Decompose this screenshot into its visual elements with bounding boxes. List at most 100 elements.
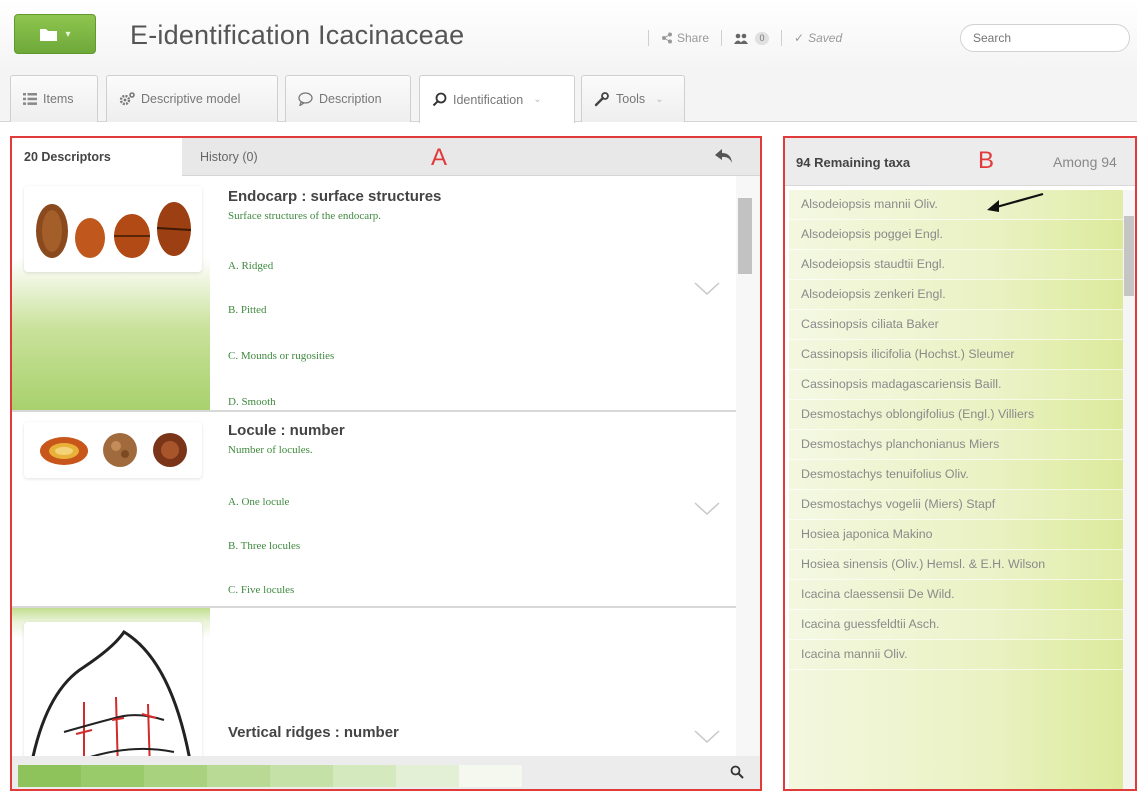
state-option[interactable]: A. Ridged bbox=[228, 260, 273, 272]
state-option[interactable]: B. Three locules bbox=[228, 540, 300, 552]
undo-icon[interactable] bbox=[714, 148, 734, 164]
tab-label: Descriptive model bbox=[141, 92, 241, 106]
tab-descriptive-model[interactable]: Descriptive model bbox=[106, 75, 278, 122]
folder-menu-button[interactable]: ▾ bbox=[14, 14, 96, 54]
descriptors-panel: 20 Descriptors History (0) A Endocarp: … bbox=[10, 136, 762, 791]
divider bbox=[648, 30, 649, 46]
descriptors-tab[interactable]: 20 Descriptors bbox=[12, 138, 182, 176]
app-title: E-identification Icacinaceae bbox=[130, 20, 465, 50]
tab-items[interactable]: Items bbox=[10, 75, 98, 122]
locule-image bbox=[40, 433, 187, 467]
taxon-item[interactable]: Icacina mannii Oliv. bbox=[789, 640, 1123, 670]
progress-segment bbox=[333, 765, 396, 787]
state-option[interactable]: B. Pitted bbox=[228, 304, 267, 316]
state-option[interactable]: C. Mounds or rugosities bbox=[228, 350, 334, 362]
state-option[interactable]: A. One locule bbox=[228, 496, 289, 508]
progress-segment bbox=[81, 765, 144, 787]
taxon-item[interactable]: Alsodeiopsis staudtii Engl. bbox=[789, 250, 1123, 280]
tab-label: Tools bbox=[616, 92, 646, 106]
main-tabs: Items Descriptive model Description Iden… bbox=[0, 72, 1137, 123]
taxon-item[interactable]: Hosiea japonica Makino bbox=[789, 520, 1123, 550]
taxon-item[interactable]: Cassinopsis ilicifolia (Hochst.) Sleumer bbox=[789, 340, 1123, 370]
endocarp-image bbox=[36, 202, 192, 258]
state-option[interactable]: D. Smooth bbox=[228, 396, 276, 408]
descriptor-image bbox=[24, 186, 202, 272]
divider bbox=[781, 30, 783, 46]
users-count-badge: 0 bbox=[755, 31, 770, 45]
chevron-down-icon: ▾ bbox=[65, 28, 71, 40]
among-count: Among 94 bbox=[1053, 154, 1117, 170]
descriptor-item[interactable]: Locule : number Number of locules. A. On… bbox=[12, 412, 736, 608]
progress-bar bbox=[18, 765, 522, 787]
taxon-item[interactable]: Desmostachys oblongifolius (Engl.) Villi… bbox=[789, 400, 1123, 430]
chevron-down-icon: ⌄ bbox=[533, 94, 542, 105]
progress-segment bbox=[18, 765, 81, 787]
tab-label: Items bbox=[43, 92, 74, 106]
wrench-icon bbox=[594, 92, 609, 107]
tab-tools[interactable]: Tools ⌄ bbox=[581, 75, 685, 122]
taxon-item[interactable]: Icacina guessfeldtii Asch. bbox=[789, 610, 1123, 640]
taxa-list: Alsodeiopsis mannii Oliv. Alsodeiopsis po… bbox=[789, 190, 1123, 789]
state-option[interactable]: C. Five locules bbox=[228, 584, 294, 596]
descriptor-subtitle: Surface structures of the endocarp. bbox=[228, 210, 382, 222]
chevron-down-icon[interactable] bbox=[694, 730, 720, 744]
descriptor-title: Endocarp : surface structures bbox=[228, 188, 442, 205]
progress-segment bbox=[207, 765, 270, 787]
progress-segment bbox=[459, 765, 522, 787]
taxon-item[interactable]: Cassinopsis madagascariensis Baill. bbox=[789, 370, 1123, 400]
users-icon bbox=[734, 33, 749, 44]
taxon-item[interactable]: Hosiea sinensis (Oliv.) Hemsl. & E.H. Wi… bbox=[789, 550, 1123, 580]
scrollbar-thumb[interactable] bbox=[738, 198, 752, 274]
comment-icon bbox=[298, 92, 313, 106]
check-icon: ✓ bbox=[794, 31, 805, 45]
tab-description[interactable]: Description bbox=[285, 75, 411, 122]
descriptor-image bbox=[24, 422, 202, 478]
annotation-arrow-icon bbox=[987, 192, 1044, 212]
taxon-item[interactable]: Cassinopsis ciliata Baker bbox=[789, 310, 1123, 340]
vertical-ridges-image bbox=[31, 629, 191, 756]
descriptor-item[interactable]: Vertical ridges : number bbox=[12, 608, 736, 756]
gears-icon bbox=[119, 92, 135, 106]
taxon-item[interactable]: Desmostachys tenuifolius Oliv. bbox=[789, 460, 1123, 490]
panel-a-marker: A bbox=[431, 144, 448, 171]
saved-label: Saved bbox=[808, 31, 843, 45]
taxon-item[interactable]: Alsodeiopsis poggei Engl. bbox=[789, 220, 1123, 250]
share-label: Share bbox=[677, 31, 710, 45]
descriptor-item[interactable]: Endocarp : surface structures Surface st… bbox=[12, 176, 736, 412]
remaining-taxa-panel: 94 Remaining taxa B Among 94 Alsodeiopsi… bbox=[783, 136, 1137, 791]
descriptor-image bbox=[24, 622, 202, 756]
taxon-item[interactable]: Desmostachys planchonianus Miers bbox=[789, 430, 1123, 460]
descriptors-footer bbox=[12, 756, 760, 789]
progress-segment bbox=[144, 765, 207, 787]
taxon-item[interactable]: Alsodeiopsis mannii Oliv. bbox=[789, 190, 1123, 220]
header-actions: Share 0 ✓ Saved bbox=[636, 28, 842, 48]
progress-segment bbox=[270, 765, 333, 787]
taxa-scrollbar[interactable] bbox=[1123, 190, 1135, 789]
tab-identification[interactable]: Identification ⌄ bbox=[419, 75, 575, 123]
chevron-down-icon[interactable] bbox=[694, 502, 720, 516]
panel-b-marker: B bbox=[978, 147, 995, 174]
taxon-item[interactable]: Desmostachys vogelii (Miers) Stapf bbox=[789, 490, 1123, 520]
taxon-item[interactable]: Icacina claessensii De Wild. bbox=[789, 580, 1123, 610]
taxon-item[interactable]: Alsodeiopsis zenkeri Engl. bbox=[789, 280, 1123, 310]
descriptor-subtitle: Number of locules. bbox=[228, 444, 313, 456]
share-button[interactable]: Share bbox=[661, 31, 709, 45]
remaining-taxa-header: 94 Remaining taxa B Among 94 bbox=[785, 138, 1135, 186]
search-input[interactable] bbox=[960, 24, 1130, 52]
descriptor-title: Locule : number bbox=[228, 422, 345, 439]
users-button[interactable]: 0 bbox=[734, 31, 770, 45]
search-icon[interactable] bbox=[730, 765, 744, 779]
share-icon bbox=[662, 32, 672, 44]
search-icon bbox=[432, 92, 447, 107]
divider bbox=[721, 30, 723, 46]
scrollbar-thumb[interactable] bbox=[1124, 216, 1134, 296]
folder-icon bbox=[40, 28, 58, 41]
history-tab[interactable]: History (0) bbox=[200, 138, 258, 176]
tab-label: Identification bbox=[453, 92, 524, 107]
chevron-down-icon[interactable] bbox=[694, 282, 720, 296]
descriptors-panel-header: 20 Descriptors History (0) A bbox=[12, 138, 760, 176]
top-bar: ▾ E-identification Icacinaceae Share 0 ✓… bbox=[0, 0, 1137, 72]
descriptor-scrollbar[interactable] bbox=[736, 176, 760, 756]
descriptor-title: Vertical ridges : number bbox=[228, 724, 399, 741]
list-icon bbox=[23, 93, 37, 105]
